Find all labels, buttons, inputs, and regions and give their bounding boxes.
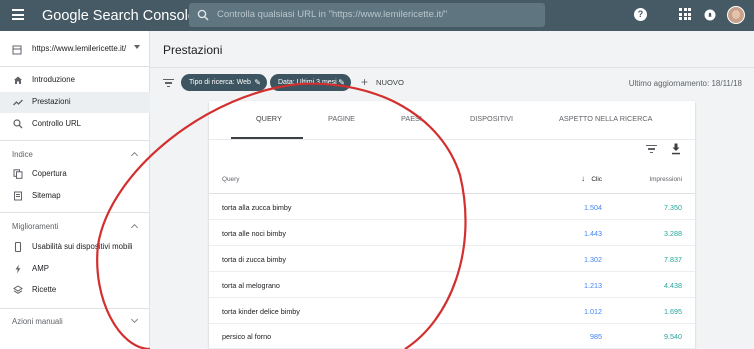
- table-row[interactable]: torta alla zucca bimby 1.504 7.350: [209, 194, 695, 220]
- clicks-cell: 1.504: [584, 203, 602, 212]
- divider: [0, 140, 150, 141]
- help-icon[interactable]: ?: [634, 8, 647, 21]
- bell-icon[interactable]: [703, 8, 717, 22]
- edit-icon[interactable]: ✎: [338, 74, 345, 91]
- section-title-azioni-manuali[interactable]: Azioni manuali: [12, 317, 63, 326]
- search-type-filter-chip[interactable]: Tipo di ricerca: Web ✎: [181, 74, 267, 91]
- sidebar-item-label: Usabilità sui dispositivi mobili: [32, 242, 133, 251]
- divider: [150, 67, 754, 68]
- search-icon: [13, 119, 23, 129]
- app-title[interactable]: Google Search Console: [42, 8, 196, 24]
- query-cell: torta al melograno: [222, 281, 280, 290]
- url-inspection-search[interactable]: Controlla qualsiasi URL in "https://www.…: [189, 3, 545, 27]
- page-title: Prestazioni: [163, 43, 223, 57]
- query-cell: torta alle noci bimby: [222, 229, 286, 238]
- sidebar-item-label: Controllo URL: [32, 119, 81, 128]
- home-icon: [14, 76, 22, 84]
- globe-icon: [12, 45, 22, 55]
- download-icon[interactable]: [671, 143, 681, 155]
- sidebar-item-sitemap[interactable]: Sitemap: [0, 186, 150, 207]
- table-row[interactable]: torta di zucca bimby 1.302 7.837: [209, 246, 695, 272]
- chevron-up-icon[interactable]: [130, 151, 139, 160]
- clicks-cell: 1.302: [584, 255, 602, 264]
- sidebar-item-label: Ricette: [32, 285, 57, 294]
- filter-icon[interactable]: [163, 79, 174, 88]
- phone-icon: [14, 242, 22, 252]
- sidebar: https://www.lemilericette.it/ Introduzio…: [0, 31, 150, 349]
- tab-query[interactable]: QUERY: [256, 114, 282, 123]
- impressions-cell: 4.438: [664, 281, 682, 290]
- sort-arrow-down-icon[interactable]: ↓: [581, 174, 585, 183]
- clicks-cell: 1.012: [584, 307, 602, 316]
- query-cell: torta di zucca bimby: [222, 255, 286, 264]
- tab-paesi[interactable]: PAESI: [401, 114, 422, 123]
- chip-label: Tipo di ricerca: Web: [189, 79, 251, 86]
- property-selector[interactable]: https://www.lemilericette.it/: [0, 31, 150, 67]
- performance-table-card: QUERY PAGINE PAESI DISPOSITIVI ASPETTO N…: [209, 101, 695, 349]
- sidebar-item-copertura[interactable]: Copertura: [0, 164, 150, 185]
- trending-icon: [13, 99, 23, 106]
- impressions-cell: 9.540: [664, 332, 682, 341]
- property-url: https://www.lemilericette.it/: [32, 44, 127, 53]
- sitemap-icon: [14, 191, 22, 201]
- clicks-cell: 1.443: [584, 229, 602, 238]
- tab-aspetto-nella-ricerca[interactable]: ASPETTO NELLA RICERCA: [559, 114, 653, 123]
- sidebar-item-introduzione[interactable]: Introduzione: [0, 70, 150, 91]
- avatar[interactable]: [727, 6, 745, 24]
- menu-icon[interactable]: [12, 9, 24, 20]
- column-header-clicks[interactable]: Clic: [591, 176, 602, 183]
- apps-icon[interactable]: [679, 8, 691, 20]
- chevron-up-icon[interactable]: [130, 223, 139, 232]
- filter-icon[interactable]: [646, 145, 657, 154]
- sidebar-item-prestazioni[interactable]: Prestazioni: [0, 92, 150, 113]
- sidebar-item-label: AMP: [32, 264, 49, 273]
- divider: [0, 212, 150, 213]
- impressions-cell: 7.837: [664, 255, 682, 264]
- plus-icon: +: [361, 75, 369, 89]
- chevron-down-icon: [134, 45, 140, 49]
- sidebar-item-ricette[interactable]: Ricette: [0, 280, 150, 301]
- chevron-down-icon[interactable]: [130, 315, 139, 324]
- layers-icon: [13, 285, 23, 294]
- column-header-query[interactable]: Query: [222, 176, 239, 183]
- sidebar-item-controllo-url[interactable]: Controllo URL: [0, 114, 150, 135]
- query-cell: torta kinder delice bimby: [222, 307, 300, 316]
- copy-icon: [13, 169, 23, 179]
- sidebar-item-label: Sitemap: [32, 191, 61, 200]
- query-cell: persico al forno: [222, 332, 272, 341]
- query-cell: torta alla zucca bimby: [222, 203, 292, 212]
- table-row[interactable]: torta kinder delice bimby 1.012 1.695: [209, 298, 695, 324]
- section-title-miglioramenti[interactable]: Miglioramenti: [12, 222, 58, 231]
- divider: [209, 139, 695, 140]
- impressions-cell: 7.350: [664, 203, 682, 212]
- search-input[interactable]: Controlla qualsiasi URL in "https://www.…: [217, 9, 447, 20]
- tab-dispositivi[interactable]: DISPOSITIVI: [470, 114, 513, 123]
- sidebar-item-label: Copertura: [32, 169, 67, 178]
- divider: [0, 308, 150, 309]
- date-filter-chip[interactable]: Data: Ultimi 3 mesi ✎: [270, 74, 351, 91]
- top-bar: Google Search Console Controlla qualsias…: [0, 0, 754, 31]
- table-row[interactable]: persico al forno 985 9.540: [209, 323, 695, 349]
- edit-icon[interactable]: ✎: [254, 74, 261, 91]
- impressions-cell: 3.288: [664, 229, 682, 238]
- column-header-impressions[interactable]: Impressioni: [649, 176, 682, 183]
- tab-pagine[interactable]: PAGINE: [328, 114, 355, 123]
- clicks-cell: 985: [590, 332, 602, 341]
- sidebar-item-usabilita[interactable]: Usabilità sui dispositivi mobili: [0, 237, 150, 258]
- sidebar-item-label: Introduzione: [32, 75, 75, 84]
- table-row[interactable]: torta alle noci bimby 1.443 3.288: [209, 220, 695, 246]
- chip-label: Data: Ultimi 3 mesi: [278, 79, 337, 86]
- impressions-cell: 1.695: [664, 307, 682, 316]
- section-title-indice[interactable]: Indice: [12, 150, 33, 159]
- table-row[interactable]: torta al melograno 1.213 4.438: [209, 272, 695, 298]
- new-label: NUOVO: [376, 78, 404, 87]
- search-icon: [197, 9, 209, 21]
- sidebar-item-amp[interactable]: AMP: [0, 259, 150, 280]
- clicks-cell: 1.213: [584, 281, 602, 290]
- bolt-icon: [15, 264, 21, 274]
- last-update: Ultimo aggiornamento: 18/11/18: [628, 79, 742, 88]
- sidebar-item-label: Prestazioni: [32, 97, 71, 106]
